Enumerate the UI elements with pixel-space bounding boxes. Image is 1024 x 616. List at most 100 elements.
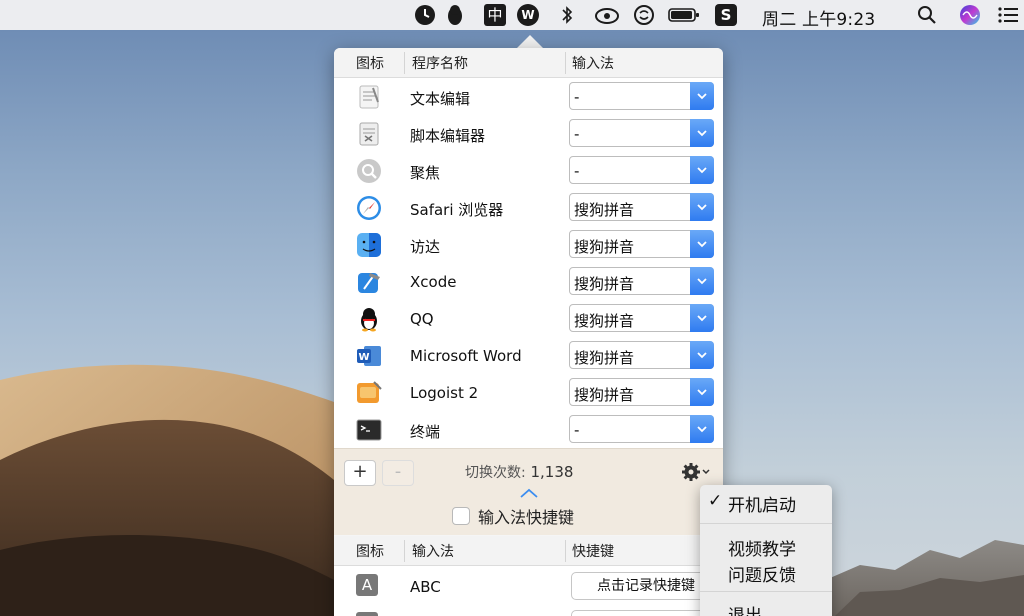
- textedit-icon: [356, 84, 382, 110]
- sogou-s-icon[interactable]: S: [715, 4, 737, 26]
- table-row[interactable]: Logoist 2 搜狗拼音: [334, 374, 723, 411]
- ime-select[interactable]: 搜狗拼音: [569, 267, 714, 295]
- chevron-down-icon[interactable]: [690, 156, 714, 184]
- checkbox-box[interactable]: [452, 507, 470, 525]
- ime-name: ABC: [410, 578, 441, 596]
- ime-select-value: 搜狗拼音: [574, 312, 635, 330]
- remove-app-button[interactable]: -: [382, 460, 414, 486]
- col-header-app-name: 程序名称: [412, 56, 468, 72]
- input-method-zhong-icon[interactable]: 中: [484, 4, 506, 26]
- app-name: Logoist 2: [410, 384, 479, 402]
- ime-select-value: 搜狗拼音: [574, 201, 635, 219]
- qq-icon: [356, 306, 382, 332]
- menubar-clock[interactable]: 周二 上午9:23: [762, 5, 875, 30]
- table-row[interactable]: 访达 搜狗拼音: [334, 226, 723, 263]
- col-header-shortcut: 快捷键: [572, 544, 614, 560]
- sogou-icon[interactable]: [633, 4, 655, 26]
- menu-item-label: 视频教学: [728, 540, 796, 560]
- table-row[interactable]: Safari 浏览器 搜狗拼音: [334, 189, 723, 226]
- table-row[interactable]: QQ 搜狗拼音: [334, 300, 723, 337]
- table-row[interactable]: 聚焦 -: [334, 152, 723, 189]
- shortcut-checkbox[interactable]: 输入法快捷键: [452, 504, 574, 528]
- ime-select-value: 搜狗拼音: [574, 349, 635, 367]
- col-header-ime: 输入法: [572, 56, 614, 72]
- record-shortcut-button[interactable]: [571, 610, 721, 616]
- chevron-down-icon[interactable]: [690, 304, 714, 332]
- app-name: 脚本编辑器: [410, 127, 486, 145]
- add-app-button[interactable]: +: [344, 460, 376, 486]
- app-name: QQ: [410, 310, 434, 328]
- cloud-sync-icon[interactable]: [594, 4, 620, 26]
- ime-select[interactable]: -: [569, 82, 714, 110]
- col-header-ime: 输入法: [412, 544, 454, 560]
- chevron-down-icon[interactable]: [690, 378, 714, 406]
- gear-menu-button[interactable]: [682, 462, 712, 487]
- chevron-down-icon[interactable]: [690, 415, 714, 443]
- table-row[interactable]: [334, 604, 723, 616]
- table-row[interactable]: Xcode 搜狗拼音: [334, 263, 723, 300]
- ime-table-header: 图标 输入法 快捷键: [334, 536, 723, 566]
- table-row[interactable]: W Microsoft Word 搜狗拼音: [334, 337, 723, 374]
- popover-arrow: [517, 35, 543, 48]
- menu-item-label: 退出: [728, 606, 762, 616]
- svg-text:W: W: [358, 352, 369, 363]
- ime-select[interactable]: 搜狗拼音: [569, 230, 714, 258]
- spotlight-icon: [356, 158, 382, 184]
- chevron-down-icon[interactable]: [690, 267, 714, 295]
- table-row[interactable]: 文本编辑 -: [334, 78, 723, 115]
- chevron-down-icon[interactable]: [690, 341, 714, 369]
- app-name: 访达: [410, 238, 441, 256]
- chevron-down-icon[interactable]: [690, 230, 714, 258]
- record-shortcut-button[interactable]: 点击记录快捷键: [571, 572, 721, 600]
- wordpress-icon[interactable]: W: [517, 4, 539, 26]
- chevron-down-icon[interactable]: [690, 82, 714, 110]
- chevron-down-icon[interactable]: [690, 193, 714, 221]
- word-icon: W: [356, 343, 382, 369]
- chevron-down-icon[interactable]: [690, 119, 714, 147]
- menu-item-label: 问题反馈: [728, 566, 796, 586]
- ime-select[interactable]: -: [569, 156, 714, 184]
- list-menu-icon[interactable]: [997, 4, 1019, 26]
- ime-select[interactable]: -: [569, 119, 714, 147]
- battery-icon[interactable]: [668, 4, 700, 26]
- ime-select[interactable]: 搜狗拼音: [569, 193, 714, 221]
- menu-separator: [700, 523, 832, 524]
- shortcut-checkbox-label: 输入法快捷键: [478, 508, 575, 527]
- switch-count-label: 切换次数:: [465, 465, 526, 481]
- ime-table: A ABC 点击记录快捷键: [334, 566, 723, 616]
- ime-select[interactable]: 搜狗拼音: [569, 341, 714, 369]
- search-icon[interactable]: [916, 4, 938, 26]
- input-source-icon: [356, 612, 378, 616]
- clock-icon[interactable]: [414, 4, 436, 26]
- table-row[interactable]: 终端 -: [334, 411, 723, 448]
- switch-count-value: 1,138: [530, 463, 574, 481]
- siri-icon[interactable]: [959, 4, 981, 26]
- switch-count: 切换次数: 1,138: [465, 462, 573, 482]
- gear-icon: [682, 463, 710, 481]
- app-name: Safari 浏览器: [410, 201, 504, 219]
- col-header-icon: 图标: [356, 56, 384, 72]
- ime-select-value: 搜狗拼音: [574, 275, 635, 293]
- app-name: Xcode: [410, 273, 457, 291]
- col-header-icon: 图标: [356, 544, 384, 560]
- checkmark-icon: ✓: [708, 491, 723, 511]
- menu-separator: [700, 591, 832, 592]
- ime-select-value: -: [574, 421, 580, 439]
- menu-bar: 中 W S 周二 上午9:23: [0, 0, 1024, 30]
- ime-select[interactable]: 搜狗拼音: [569, 304, 714, 332]
- table-row[interactable]: 脚本编辑器 -: [334, 115, 723, 152]
- bluetooth-icon[interactable]: [556, 4, 578, 26]
- script-editor-icon: [356, 121, 382, 147]
- chevron-up-icon[interactable]: [519, 484, 539, 503]
- ime-select[interactable]: -: [569, 415, 714, 443]
- ime-select[interactable]: 搜狗拼音: [569, 378, 714, 406]
- apps-table-header: 图标 程序名称 输入法: [334, 48, 723, 78]
- logoist-icon: [356, 380, 382, 406]
- ime-select-value: -: [574, 125, 580, 143]
- svg-text:W: W: [521, 8, 534, 22]
- ime-select-value: 搜狗拼音: [574, 386, 635, 404]
- ime-select-value: -: [574, 88, 580, 106]
- finder-icon: [356, 232, 382, 258]
- qq-penguin-icon[interactable]: [444, 4, 466, 26]
- table-row[interactable]: A ABC 点击记录快捷键: [334, 566, 723, 603]
